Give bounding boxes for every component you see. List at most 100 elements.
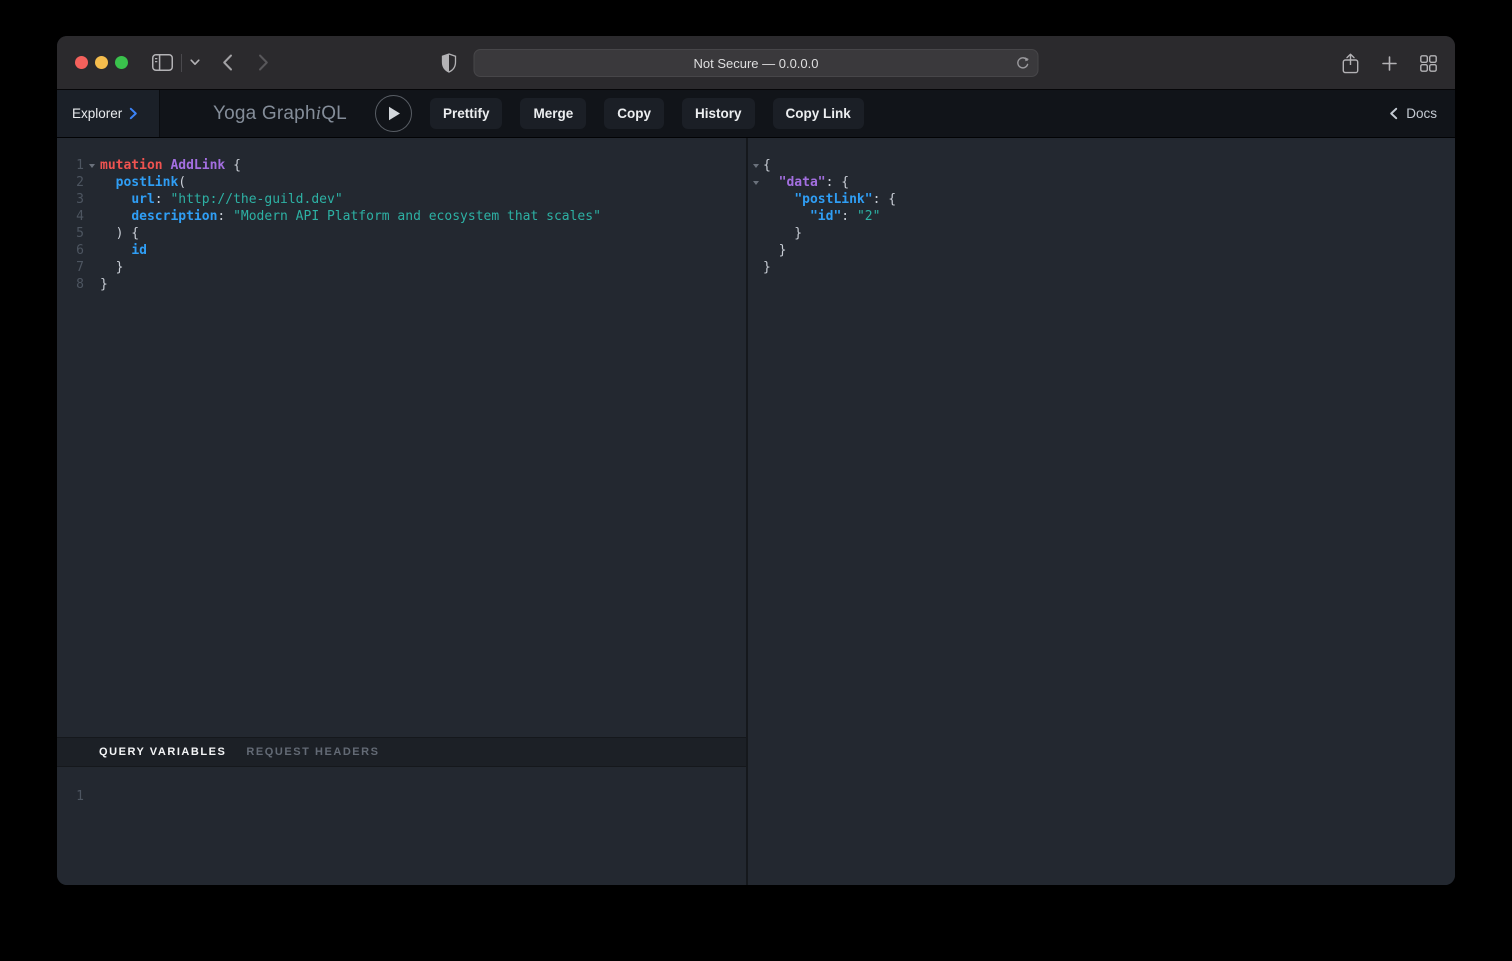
tab-overview-icon[interactable] [1420, 55, 1437, 72]
new-tab-icon[interactable] [1382, 56, 1397, 71]
code-token [763, 175, 779, 190]
line-number: 3 [57, 191, 84, 208]
code-token: : { [826, 175, 849, 190]
code-text: { [763, 157, 771, 174]
fold-arrow-icon[interactable] [84, 157, 100, 174]
code-token: { [225, 158, 241, 173]
query-variables-editor[interactable]: 1 [57, 767, 746, 885]
fold-spacer [84, 259, 100, 276]
copy-button[interactable]: Copy [604, 98, 664, 129]
fold-spacer [84, 242, 100, 259]
play-icon [388, 106, 401, 121]
reload-icon[interactable] [1016, 56, 1030, 71]
code-line: 2 postLink( [57, 174, 746, 191]
code-line: 6 id [57, 242, 746, 259]
explorer-toggle[interactable]: Explorer [57, 90, 160, 137]
code-token: AddLink [170, 158, 225, 173]
tab-request-headers[interactable]: REQUEST HEADERS [246, 746, 379, 758]
bottom-panel-tabs: QUERY VARIABLES REQUEST HEADERS [57, 737, 746, 767]
prettify-button[interactable]: Prettify [430, 98, 503, 129]
code-token: "id" [810, 209, 841, 224]
code-token [763, 209, 810, 224]
code-token: } [763, 243, 786, 258]
code-text: } [763, 242, 786, 259]
fold-spacer [748, 225, 763, 242]
address-bar[interactable]: Not Secure — 0.0.0.0 [474, 49, 1039, 77]
code-token: : [217, 209, 233, 224]
code-token: : [155, 192, 171, 207]
privacy-shield-icon[interactable] [441, 53, 457, 73]
code-text: } [100, 259, 123, 276]
explorer-label: Explorer [72, 106, 122, 121]
code-line: } [748, 259, 1455, 276]
code-line: "data": { [748, 174, 1455, 191]
browser-action-icons [1342, 36, 1437, 90]
fold-spacer [84, 208, 100, 225]
code-text: url: "http://the-guild.dev" [100, 191, 343, 208]
fold-spacer [748, 191, 763, 208]
code-line: 1mutation AddLink { [57, 157, 746, 174]
code-text: ) { [100, 225, 139, 242]
chevron-right-icon [129, 107, 138, 120]
execute-query-button[interactable] [375, 95, 412, 132]
title-prefix: Yoga Graph [213, 103, 316, 124]
history-button[interactable]: History [682, 98, 755, 129]
code-token: { [763, 158, 771, 173]
title-suffix: QL [321, 103, 347, 124]
code-token: "data" [779, 175, 826, 190]
sidebar-toggle-icon[interactable] [152, 54, 173, 71]
sidebar-chevron-down-icon[interactable] [190, 59, 200, 66]
tab-query-variables[interactable]: QUERY VARIABLES [99, 746, 226, 758]
browser-window: Not Secure — 0.0.0.0 [57, 36, 1455, 885]
minimize-window-button[interactable] [95, 56, 108, 69]
fold-arrow-icon[interactable] [748, 157, 763, 174]
code-token: "2" [857, 209, 880, 224]
fold-arrow-icon[interactable] [748, 174, 763, 191]
back-icon[interactable] [222, 54, 233, 71]
code-token: "postLink" [794, 192, 872, 207]
code-line: 3 url: "http://the-guild.dev" [57, 191, 746, 208]
merge-button[interactable]: Merge [520, 98, 586, 129]
code-token [100, 192, 131, 207]
code-token: ) { [100, 226, 139, 241]
address-bar-text: Not Secure — 0.0.0.0 [693, 56, 818, 71]
code-token: } [763, 226, 802, 241]
fold-spacer [84, 276, 100, 293]
code-token [100, 243, 131, 258]
code-token: ( [178, 175, 186, 190]
code-token: description [131, 209, 217, 224]
graphiql-toolbar: Explorer Yoga GraphiQL Prettify Merge Co… [57, 90, 1455, 138]
code-text: } [763, 225, 802, 242]
code-line: "postLink": { [748, 191, 1455, 208]
code-token: mutation [100, 158, 163, 173]
toolbar-button-group: Prettify Merge Copy History Copy Link [430, 98, 864, 129]
code-line: "id": "2" [748, 208, 1455, 225]
line-number: 1 [57, 788, 84, 805]
chevron-left-icon [1389, 107, 1398, 120]
code-token: postLink [116, 175, 179, 190]
code-token: "Modern API Platform and ecosystem that … [233, 209, 601, 224]
query-editor[interactable]: 1mutation AddLink {2 postLink(3 url: "ht… [57, 138, 746, 737]
line-number: 4 [57, 208, 84, 225]
code-token: } [100, 277, 108, 292]
sidebar-control-group [152, 54, 200, 72]
code-token: : [841, 209, 857, 224]
forward-icon[interactable] [258, 54, 269, 71]
docs-button[interactable]: Docs [1389, 106, 1437, 121]
line-number: 7 [57, 259, 84, 276]
code-text: "postLink": { [763, 191, 896, 208]
close-window-button[interactable] [75, 56, 88, 69]
code-token [100, 209, 131, 224]
fold-spacer [748, 242, 763, 259]
main-area: 1mutation AddLink {2 postLink(3 url: "ht… [57, 138, 1455, 885]
line-number: 8 [57, 276, 84, 293]
line-number: 6 [57, 242, 84, 259]
copy-link-button[interactable]: Copy Link [773, 98, 864, 129]
code-token: "http://the-guild.dev" [170, 192, 342, 207]
zoom-window-button[interactable] [115, 56, 128, 69]
code-line: } [748, 225, 1455, 242]
code-line: 8} [57, 276, 746, 293]
code-line: 7 } [57, 259, 746, 276]
page-title: Yoga GraphiQL [213, 103, 347, 125]
share-icon[interactable] [1342, 53, 1359, 74]
